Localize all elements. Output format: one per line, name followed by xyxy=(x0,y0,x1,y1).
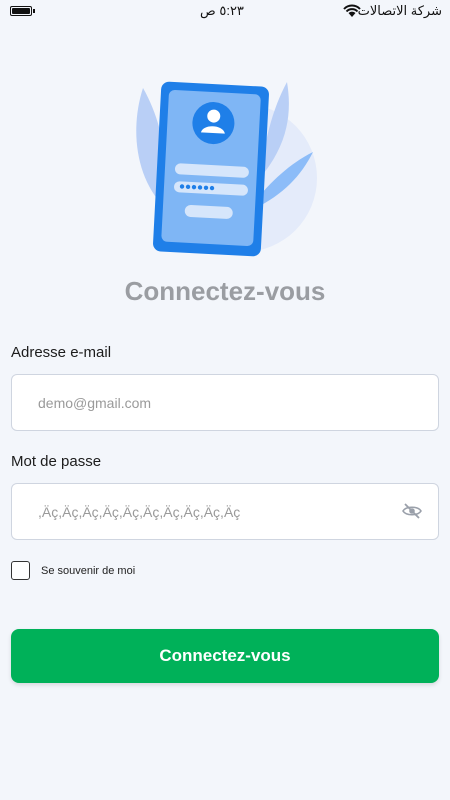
status-bar: ٥:٢٣ ص شركة الاتصالات xyxy=(0,0,450,24)
battery-icon xyxy=(10,6,32,16)
remember-me-label: Se souvenir de moi xyxy=(41,564,136,577)
password-placeholder: ,Äç,Äç,Äç,Äç,Äç,Äç,Äç,Äç,Äç,Äç xyxy=(38,504,241,520)
eye-off-icon[interactable] xyxy=(402,503,422,519)
password-label: Mot de passe xyxy=(11,453,102,470)
carrier-name: شركة الاتصالات xyxy=(357,3,442,18)
email-placeholder: demo@gmail.com xyxy=(38,395,152,411)
login-button[interactable]: Connectez-vous xyxy=(11,629,439,683)
remember-me-checkbox[interactable] xyxy=(11,561,30,580)
page-title: Connectez-vous xyxy=(124,276,326,306)
email-label: Adresse e-mail xyxy=(11,344,112,361)
status-clock: ٥:٢٣ ص xyxy=(200,3,244,18)
phone-login-illustration xyxy=(136,81,317,257)
remember-me-row[interactable]: Se souvenir de moi xyxy=(11,561,135,580)
email-field[interactable]: demo@gmail.com xyxy=(11,374,439,431)
battery-tip xyxy=(33,9,35,13)
password-field[interactable]: ,Äç,Äç,Äç,Äç,Äç,Äç,Äç,Äç,Äç,Äç xyxy=(11,483,439,540)
